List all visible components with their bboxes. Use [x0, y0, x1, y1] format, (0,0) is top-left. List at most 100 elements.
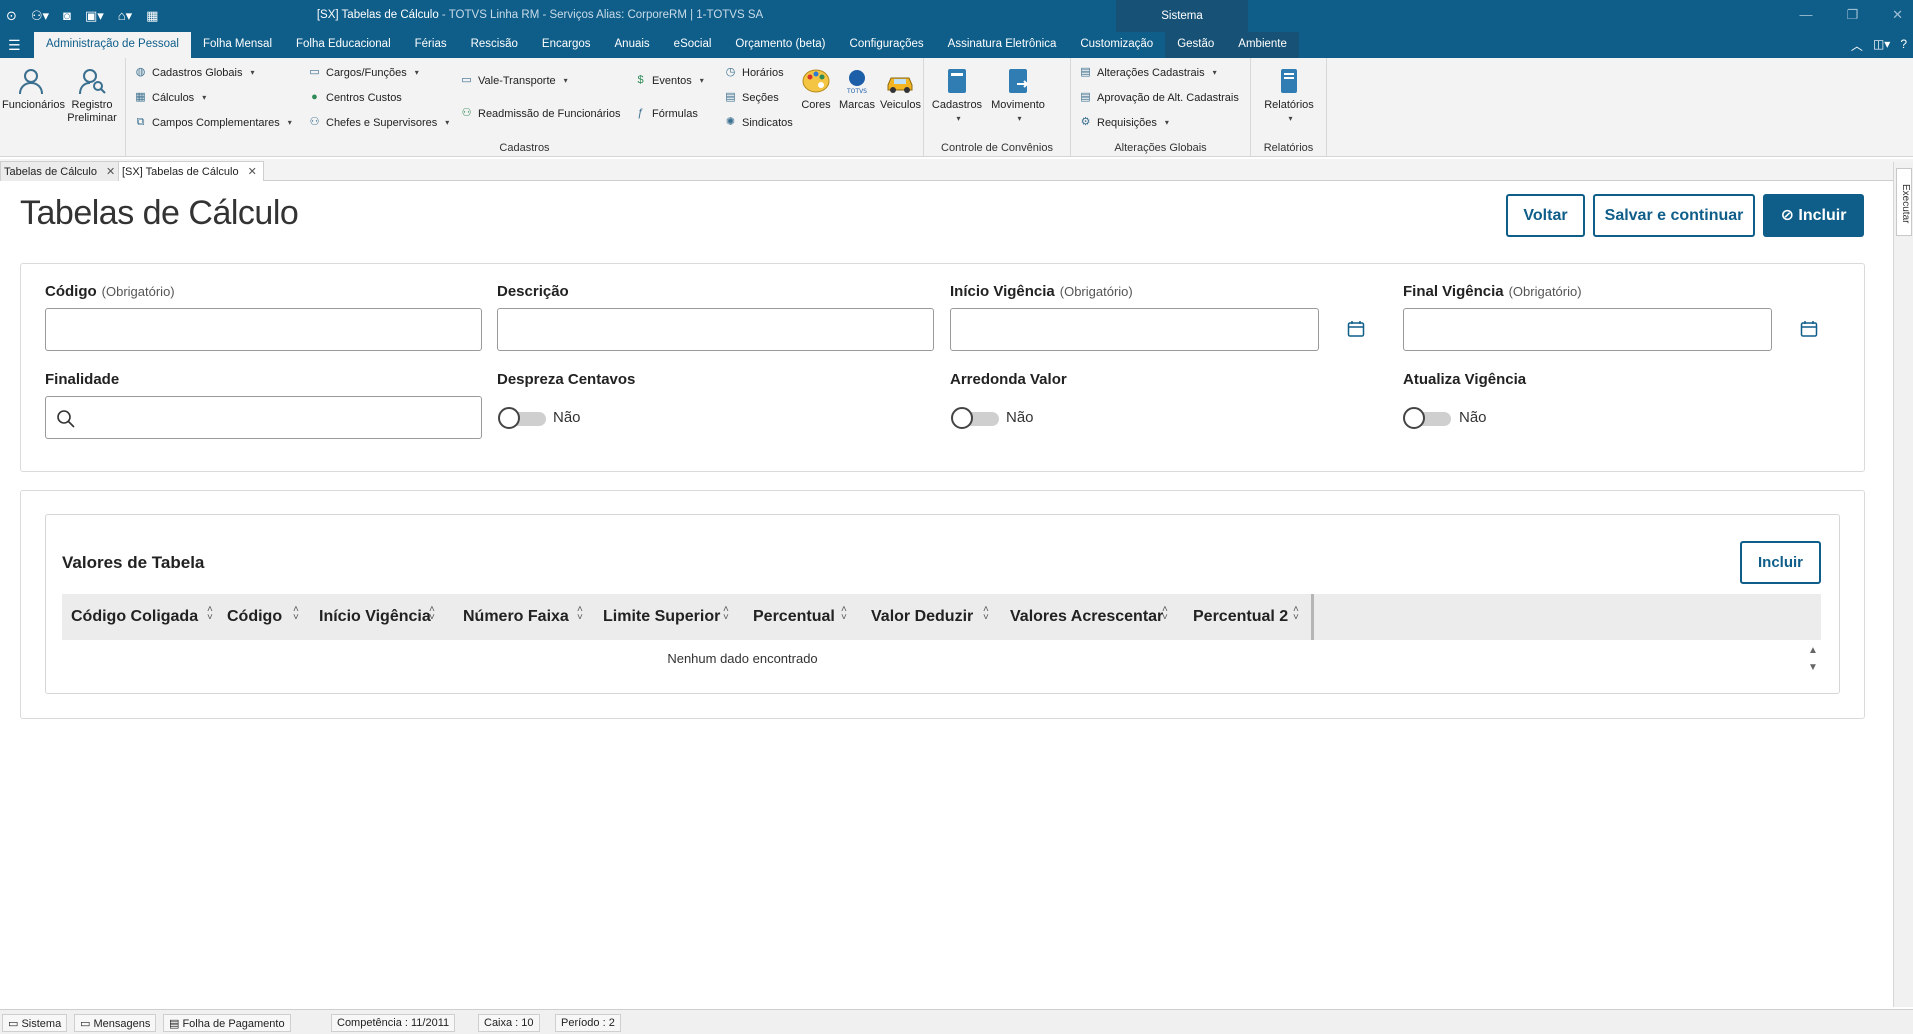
finalidade-label: Finalidade — [45, 371, 120, 388]
formulas-button[interactable]: ƒ Fórmulas — [634, 107, 697, 120]
calculos-button[interactable]: ▦ Cálculos ▾ — [134, 91, 206, 104]
final-vigencia-field[interactable] — [1403, 308, 1772, 351]
table-scrollbar[interactable]: ▲ ▼ — [1808, 642, 1818, 676]
status-mensagens[interactable]: ▭ Mensagens — [74, 1014, 157, 1032]
restore-icon[interactable]: ❐ — [1846, 7, 1858, 23]
cargos-funcoes-button[interactable]: ▭ Cargos/Funções ▾ — [308, 66, 418, 79]
collapse-ribbon-icon[interactable]: ︿ — [1851, 37, 1863, 54]
menu-tab-6[interactable]: Anuais — [603, 32, 662, 58]
readmissao-button[interactable]: ⚇ Readmissão de Funcionários — [460, 107, 621, 120]
sort-icon[interactable]: ˄ ˅ — [841, 605, 847, 623]
marcas-button[interactable]: TOTVS Marcas — [838, 66, 876, 112]
salvar-continuar-button[interactable]: Salvar e continuar — [1593, 194, 1755, 237]
sort-icon[interactable]: ˄ ˅ — [293, 605, 299, 623]
column-header[interactable]: Código — [227, 608, 282, 626]
atualiza-vigencia-value: Não — [1459, 409, 1487, 426]
status-periodo: Período : 2 — [555, 1014, 621, 1032]
chefes-supervisores-button[interactable]: ⚇ Chefes e Supervisores ▾ — [308, 116, 450, 129]
clock-icon: ◷ — [725, 66, 736, 78]
doc-tab-sx-tabelas[interactable]: [SX] Tabelas de Cálculo ✕ — [118, 161, 264, 181]
aprovacao-alt-button[interactable]: ▤ Aprovação de Alt. Cadastrais — [1079, 91, 1239, 104]
close-tab-icon[interactable]: ✕ — [106, 166, 115, 178]
sort-icon[interactable]: ˄ ˅ — [429, 605, 435, 623]
arredonda-valor-toggle[interactable] — [951, 407, 999, 429]
centros-custos-button[interactable]: ● Centros Custos — [308, 91, 402, 104]
formula-icon: ƒ — [637, 107, 644, 119]
scroll-up-icon[interactable]: ▲ — [1808, 642, 1818, 659]
message-icon: ▭ — [80, 1018, 94, 1030]
eventos-button[interactable]: $ Eventos ▾ — [634, 74, 703, 87]
form-panel — [20, 263, 1865, 472]
menu-tab-5[interactable]: Encargos — [530, 32, 603, 58]
menu-tab-8[interactable]: Orçamento (beta) — [723, 32, 837, 58]
finalidade-lookup[interactable] — [45, 396, 482, 439]
relatorios-button[interactable]: Relatórios ▾ — [1257, 66, 1321, 125]
inicio-vigencia-field[interactable] — [950, 308, 1319, 351]
window-layout-icon[interactable]: ◫▾ — [1873, 37, 1890, 54]
sort-icon[interactable]: ˄ ˅ — [1293, 605, 1299, 623]
voltar-button[interactable]: Voltar — [1506, 194, 1585, 237]
menu-tab-4[interactable]: Rescisão — [459, 32, 530, 58]
right-sidebar: Executar — [1893, 162, 1913, 1007]
search-icon — [57, 410, 75, 428]
doc-tab-tabelas[interactable]: Tabelas de Cálculo ✕ — [0, 161, 123, 181]
minimize-icon[interactable]: — — [1799, 7, 1812, 23]
codigo-field[interactable] — [45, 308, 482, 351]
scroll-down-icon[interactable]: ▼ — [1808, 659, 1818, 676]
veiculos-button[interactable]: Veiculos — [880, 66, 921, 112]
incluir-button[interactable]: ⊘ Incluir — [1763, 194, 1864, 237]
table-incluir-button[interactable]: Incluir — [1740, 541, 1821, 584]
cores-button[interactable]: Cores — [798, 66, 834, 112]
menu-tab-1[interactable]: Folha Mensal — [191, 32, 284, 58]
requisicoes-button[interactable]: ⚙ Requisições ▾ — [1079, 116, 1169, 129]
column-header[interactable]: Percentual — [753, 608, 835, 626]
menu-tab-12[interactable]: Gestão — [1165, 32, 1227, 58]
column-header[interactable]: Valor Deduzir — [871, 608, 973, 626]
menu-tab-2[interactable]: Folha Educacional — [284, 32, 403, 58]
help-icon[interactable]: ? — [1900, 37, 1907, 54]
menu-tab-11[interactable]: Customização — [1068, 32, 1165, 58]
column-header[interactable]: Percentual 2 — [1193, 608, 1288, 626]
close-icon[interactable]: ✕ — [1892, 7, 1903, 23]
menu-tab-9[interactable]: Configurações — [838, 32, 936, 58]
column-header[interactable]: Código Coligada — [71, 608, 198, 626]
window-title: [SX] Tabelas de Cálculo - TOTVS Linha RM… — [316, 9, 764, 21]
status-sistema[interactable]: ▭ Sistema — [2, 1014, 68, 1032]
calendar-icon[interactable] — [1347, 320, 1365, 338]
column-resize-handle[interactable] — [1311, 594, 1314, 640]
sort-icon[interactable]: ˄ ˅ — [207, 605, 213, 623]
executar-button[interactable]: Executar — [1896, 168, 1912, 236]
file-menu-icon[interactable]: ☰ — [8, 37, 21, 54]
column-header[interactable]: Valores Acrescentar — [1010, 608, 1163, 626]
column-header[interactable]: Número Faixa — [463, 608, 569, 626]
status-folha[interactable]: ▤ Folha de Pagamento — [163, 1014, 291, 1032]
menu-tab-3[interactable]: Férias — [403, 32, 459, 58]
horarios-button[interactable]: ◷ Horários — [724, 66, 784, 79]
descricao-field[interactable] — [497, 308, 934, 351]
menu-tab-13[interactable]: Ambiente — [1226, 32, 1299, 58]
sort-icon[interactable]: ˄ ˅ — [577, 605, 583, 623]
registro-preliminar-button[interactable]: Registro Preliminar — [62, 66, 122, 125]
sort-icon[interactable]: ˄ ˅ — [983, 605, 989, 623]
arredonda-valor-value: Não — [1006, 409, 1034, 426]
secoes-button[interactable]: ▤ Seções — [724, 91, 778, 104]
despreza-centavos-toggle[interactable] — [498, 407, 546, 429]
alteracoes-cadastrais-button[interactable]: ▤ Alterações Cadastrais ▾ — [1079, 66, 1216, 79]
atualiza-vigencia-toggle[interactable] — [1403, 407, 1451, 429]
funcionarios-button[interactable]: Funcionários — [2, 66, 65, 112]
campos-complementares-button[interactable]: ⧉ Campos Complementares ▾ — [134, 116, 292, 129]
convenios-movimento-button[interactable]: Movimento ▾ — [988, 66, 1048, 125]
convenios-cadastros-button[interactable]: Cadastros ▾ — [930, 66, 984, 125]
column-header[interactable]: Início Vigência — [319, 608, 431, 626]
sort-icon[interactable]: ˄ ˅ — [723, 605, 729, 623]
sindicatos-button[interactable]: ✺ Sindicatos — [724, 116, 793, 129]
close-tab-icon[interactable]: ✕ — [248, 166, 257, 178]
menu-tab-10[interactable]: Assinatura Eletrônica — [936, 32, 1069, 58]
menu-tab-7[interactable]: eSocial — [662, 32, 724, 58]
column-header[interactable]: Limite Superior — [603, 608, 720, 626]
sort-icon[interactable]: ˄ ˅ — [1162, 605, 1168, 623]
menu-tab-0[interactable]: Administração de Pessoal — [34, 32, 191, 58]
vale-transporte-button[interactable]: ▭ Vale-Transporte ▾ — [460, 74, 567, 87]
calendar-icon[interactable] — [1800, 320, 1818, 338]
cadastros-globais-button[interactable]: ◍ Cadastros Globais ▾ — [134, 66, 255, 79]
